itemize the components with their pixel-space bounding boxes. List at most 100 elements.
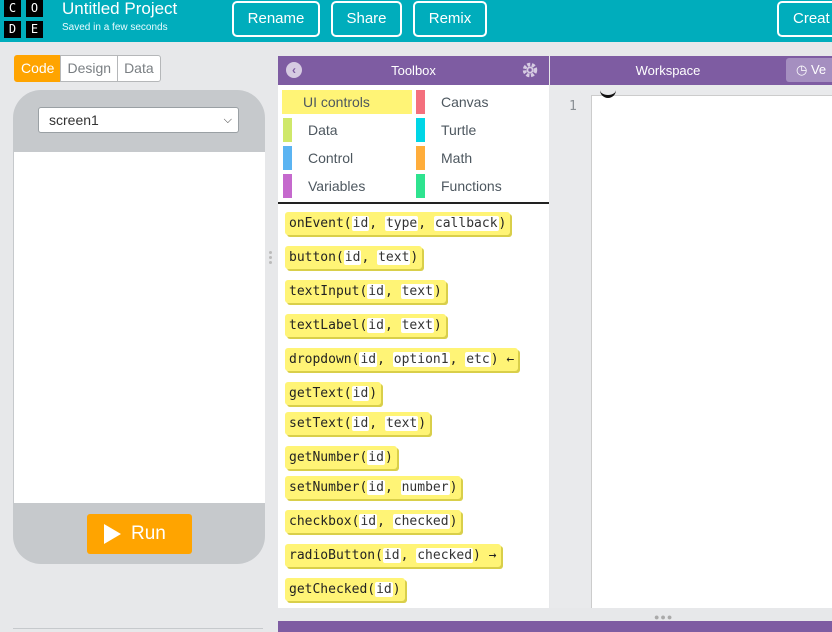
block-arrow-icon: → [480,548,497,563]
block-param[interactable]: text [400,318,434,333]
block-param[interactable]: id [367,318,385,333]
block-function-name: getNumber [289,450,360,465]
logo-letter: D [4,21,21,38]
code-block-getnumber[interactable]: getNumber(id) [285,446,397,469]
run-label: Run [131,523,166,544]
block-param[interactable]: id [351,386,370,401]
code-block-onevent[interactable]: onEvent(id, type, callback) [285,212,511,235]
workspace-title: Workspace [635,63,701,78]
code-block-setnumber[interactable]: setNumber(id, number) [285,476,462,499]
block-param[interactable]: etc [465,352,491,367]
category-ui-controls[interactable]: UI controls [282,90,412,114]
code-editor[interactable] [591,95,832,608]
code-block-button[interactable]: button(id, text) [285,246,423,269]
save-status: Saved in a few seconds [62,22,168,33]
category-swatch [416,90,425,114]
tab-code[interactable]: Code [14,55,62,82]
block-param[interactable]: id [351,216,370,231]
block-function-name: dropdown [289,352,352,367]
line-number: 1 [569,99,577,114]
block-arrow-icon: ← [498,352,515,367]
block-param[interactable]: id [367,480,385,495]
top-bar: C O D E Untitled Project Saved in a few … [0,0,832,42]
logo-letter: C [4,0,21,17]
code-block-gettext[interactable]: getText(id) [285,382,382,405]
clock-icon: ◷ [796,62,808,77]
block-param[interactable]: number [400,480,450,495]
block-function-name: button [289,250,336,265]
category-swatch [416,118,425,142]
tab-data[interactable]: Data [117,55,161,82]
code-block-textinput[interactable]: textInput(id, text) [285,280,446,303]
block-param[interactable]: type [384,216,419,231]
chevron-down-icon: ⌵ [223,114,232,126]
block-param[interactable]: text [377,250,411,265]
gear-icon[interactable] [521,59,541,81]
code-org-logo[interactable]: C O D E [4,0,48,40]
toolbox-header: ‹ Toolbox [278,56,549,85]
block-param[interactable]: option1 [392,352,450,367]
create-button[interactable]: Creat [777,1,832,37]
category-label: Data [308,122,338,138]
block-param[interactable]: id [382,548,401,563]
code-block-settext[interactable]: setText(id, text) [285,412,431,435]
debug-console-header [278,621,832,632]
block-param[interactable]: text [384,416,419,431]
category-label: Turtle [441,122,477,138]
block-param[interactable]: id [359,514,378,529]
block-param[interactable]: text [400,284,434,299]
code-block-dropdown[interactable]: dropdown(id, option1, etc) ← [285,348,519,371]
resize-handle[interactable] [268,249,273,269]
block-param[interactable]: id [351,416,370,431]
app-screen[interactable] [14,152,265,503]
block-function-name: setText [289,416,344,431]
category-math[interactable]: Math [416,146,546,170]
code-block-radiobutton[interactable]: radioButton(id, checked) → [285,544,501,567]
toolbox-title: Toolbox [391,63,436,78]
block-param[interactable]: id [359,352,378,367]
category-label: Math [441,150,473,166]
share-button[interactable]: Share [331,1,402,37]
code-block-checkbox[interactable]: checkbox(id, checked) [285,510,462,533]
rename-button[interactable]: Rename [232,1,320,37]
workspace-header: Workspace ◷ Ve [550,56,832,85]
category-swatch [283,118,292,142]
category-data[interactable]: Data [283,118,413,142]
version-label: Ve [810,62,827,77]
mode-tabs: Code Design Data [14,55,161,82]
block-param[interactable]: id [375,582,393,597]
logo-letter: O [26,0,43,17]
category-control[interactable]: Control [283,146,413,170]
tab-design[interactable]: Design [60,55,119,82]
block-function-name: textLabel [289,318,360,333]
logo-letter: E [26,21,43,38]
block-param[interactable]: checked [392,514,450,529]
project-name[interactable]: Untitled Project [62,0,177,18]
category-label: Variables [308,178,366,194]
block-function-name: checkbox [289,514,352,529]
divider [13,628,263,629]
block-param[interactable]: id [367,450,385,465]
toolbox-panel: UI controls Canvas Data Turtle Control M… [278,85,549,608]
remix-button[interactable]: Remix [413,1,487,37]
category-turtle[interactable]: Turtle [416,118,546,142]
category-label: Functions [441,178,502,194]
block-param[interactable]: id [343,250,362,265]
screen-select[interactable]: screen1 ⌵ [38,107,239,133]
category-swatch [283,174,292,198]
block-param[interactable]: callback [433,216,499,231]
code-block-getchecked[interactable]: getChecked(id) [285,578,405,601]
block-function-name: getText [289,386,344,401]
category-swatch [416,174,425,198]
run-button[interactable]: Run [87,514,192,554]
category-functions[interactable]: Functions [416,174,546,198]
block-function-name: setNumber [289,480,360,495]
category-canvas[interactable]: Canvas [416,90,546,114]
block-param[interactable]: checked [416,548,474,563]
category-swatch [283,146,292,170]
version-history-button[interactable]: ◷ Ve [786,58,832,82]
divider [278,202,549,204]
block-param[interactable]: id [367,284,385,299]
category-variables[interactable]: Variables [283,174,413,198]
code-block-textlabel[interactable]: textLabel(id, text) [285,314,446,337]
